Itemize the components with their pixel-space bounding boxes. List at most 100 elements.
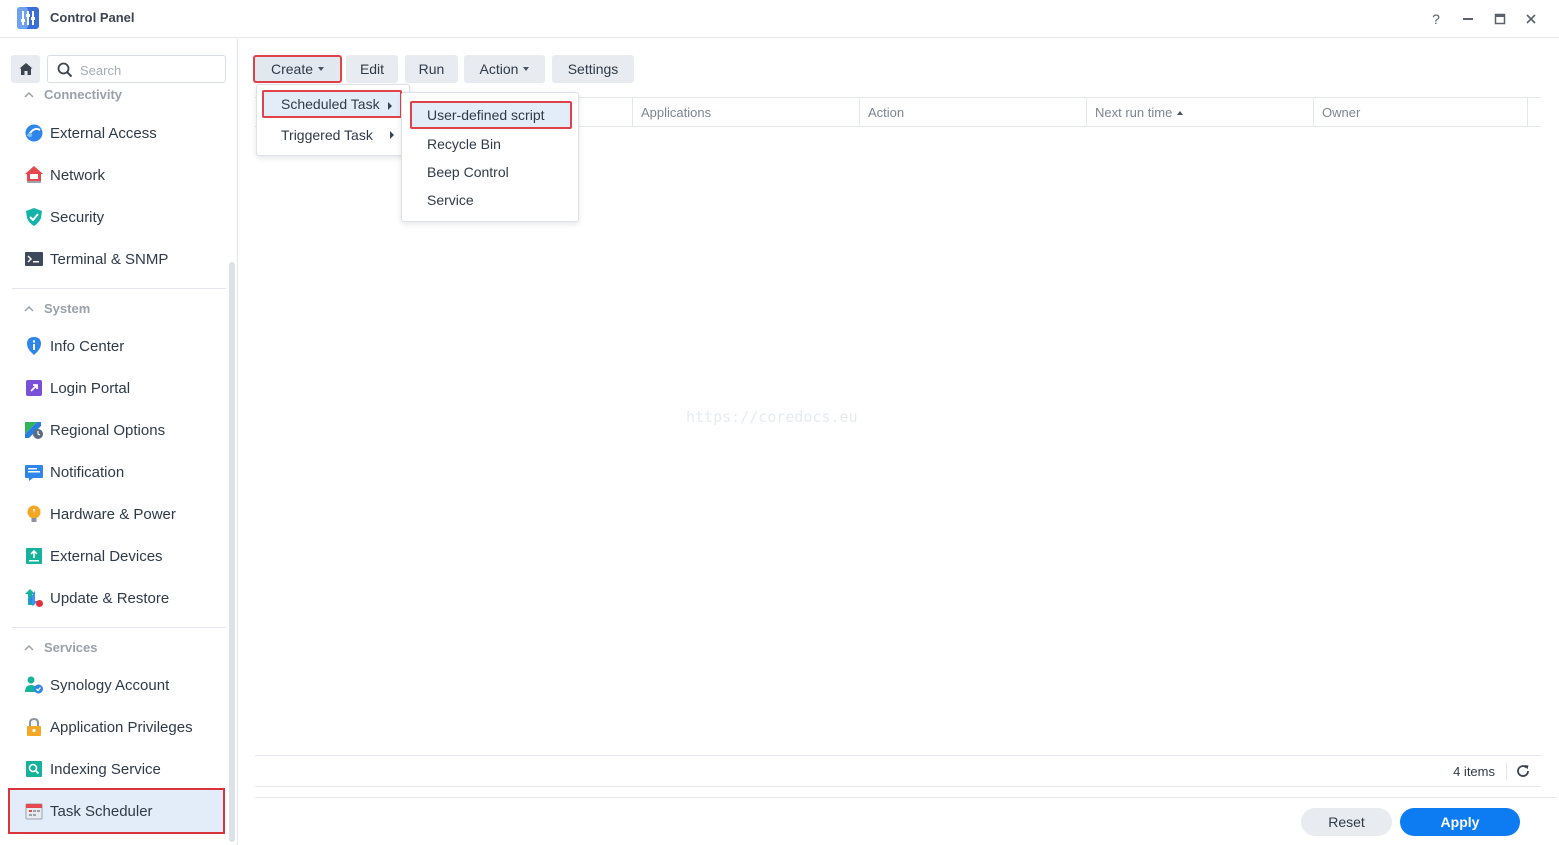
menu-item-label: Scheduled Task — [281, 96, 380, 112]
close-button[interactable] — [1520, 8, 1542, 30]
maximize-icon — [1494, 13, 1506, 25]
column-header-owner[interactable]: Owner — [1314, 98, 1528, 127]
watermark-text: https://coredocs.eu — [686, 408, 858, 426]
edit-button[interactable]: Edit — [346, 55, 398, 83]
sidebar-item-label: External Devices — [50, 547, 163, 565]
sidebar: Connectivity External Access Network Sec… — [0, 39, 238, 845]
home-button[interactable] — [11, 55, 40, 83]
title-bar: Control Panel ? — [0, 0, 1559, 38]
menu-item-recycle-bin[interactable]: Recycle Bin — [410, 130, 572, 158]
sidebar-item-label: Notification — [50, 463, 125, 481]
sidebar-item-label: Application Privileges — [50, 718, 193, 736]
chevron-up-icon — [24, 91, 34, 98]
menu-item-service[interactable]: Service — [410, 186, 572, 214]
pager-divider — [1506, 762, 1507, 780]
grid-pager: 4 items — [255, 755, 1541, 787]
terminal-icon — [23, 248, 45, 270]
sidebar-item-label: Security — [50, 208, 105, 226]
chevron-right-icon — [388, 102, 392, 110]
login-portal-icon — [23, 377, 45, 399]
menu-item-label: Service — [427, 192, 474, 208]
search-field[interactable] — [47, 55, 226, 83]
minimize-button[interactable] — [1457, 8, 1479, 30]
section-title: Connectivity — [44, 87, 123, 102]
create-button-label: Create — [270, 61, 314, 77]
search-input[interactable] — [80, 60, 220, 80]
menu-item-triggered-task[interactable]: Triggered Task — [262, 121, 402, 149]
caret-down-icon — [523, 67, 530, 71]
column-label: Owner — [1322, 105, 1361, 120]
sidebar-item-synology-account[interactable]: Synology Account — [10, 665, 224, 705]
sidebar-item-label: Hardware & Power — [50, 505, 176, 523]
sidebar-item-label: Login Portal — [50, 379, 131, 397]
menu-item-label: Triggered Task — [281, 127, 373, 143]
sidebar-item-indexing-service[interactable]: Indexing Service — [10, 749, 224, 789]
run-button[interactable]: Run — [405, 55, 458, 83]
maximize-button[interactable] — [1489, 8, 1511, 30]
sidebar-item-external-devices[interactable]: External Devices — [10, 536, 224, 576]
minimize-icon — [1463, 18, 1473, 20]
create-button[interactable]: Create — [253, 55, 342, 83]
sidebar-item-hardware-power[interactable]: Hardware & Power — [10, 494, 224, 534]
section-header-connectivity[interactable]: Connectivity — [24, 87, 122, 102]
sidebar-item-label: External Access — [50, 124, 157, 142]
sidebar-item-info-center[interactable]: Info Center — [10, 326, 224, 366]
scheduled-task-submenu: User-defined script Recycle Bin Beep Con… — [401, 92, 579, 222]
chevron-up-icon — [24, 644, 34, 651]
sidebar-item-label: Update & Restore — [50, 589, 170, 607]
sidebar-item-label: Synology Account — [50, 676, 170, 694]
close-icon — [1526, 14, 1536, 24]
sidebar-item-terminal[interactable]: Terminal & SNMP — [10, 239, 224, 279]
sidebar-item-update-restore[interactable]: Update & Restore — [10, 578, 224, 618]
external-access-icon — [23, 122, 45, 144]
chevron-up-icon — [24, 305, 34, 312]
help-button[interactable]: ? — [1425, 8, 1447, 30]
network-icon — [23, 164, 45, 186]
footer-divider — [255, 797, 1557, 798]
refresh-icon[interactable] — [1515, 763, 1531, 779]
caret-down-icon — [318, 67, 325, 71]
section-divider — [12, 288, 226, 289]
settings-button[interactable]: Settings — [552, 55, 634, 83]
indexing-service-icon — [23, 758, 45, 780]
task-scheduler-icon — [23, 800, 45, 822]
reset-button[interactable]: Reset — [1301, 808, 1392, 836]
menu-item-user-defined-script[interactable]: User-defined script — [410, 101, 572, 129]
sidebar-item-network[interactable]: Network — [10, 155, 224, 195]
menu-item-label: Recycle Bin — [427, 136, 501, 152]
column-label: Applications — [641, 105, 712, 120]
section-title: System — [44, 301, 91, 316]
section-header-services[interactable]: Services — [24, 640, 98, 655]
home-icon — [19, 63, 32, 75]
section-divider — [12, 627, 226, 628]
menu-item-beep-control[interactable]: Beep Control — [410, 158, 572, 186]
sidebar-scrollbar[interactable] — [229, 262, 235, 842]
create-menu: Scheduled Task Triggered Task — [256, 84, 410, 156]
sidebar-item-login-portal[interactable]: Login Portal — [10, 368, 224, 408]
column-label: Next run time — [1095, 105, 1173, 120]
control-panel-icon — [17, 7, 39, 29]
sidebar-item-application-privileges[interactable]: Application Privileges — [10, 707, 224, 747]
column-header-next-run-time[interactable]: Next run time — [1087, 98, 1314, 127]
update-restore-icon — [23, 587, 45, 609]
regional-options-icon — [23, 419, 45, 441]
menu-item-scheduled-task[interactable]: Scheduled Task — [262, 90, 402, 118]
action-button[interactable]: Action — [464, 55, 545, 83]
info-center-icon — [23, 335, 45, 357]
apply-button[interactable]: Apply — [1400, 808, 1520, 836]
sidebar-item-security[interactable]: Security — [10, 197, 224, 237]
notification-icon — [23, 461, 45, 483]
column-header-applications[interactable]: Applications — [633, 98, 860, 127]
sidebar-item-label: Info Center — [50, 337, 125, 355]
item-count: 4 items — [1453, 764, 1495, 779]
sidebar-item-regional-options[interactable]: Regional Options — [10, 410, 224, 450]
column-header-action[interactable]: Action — [860, 98, 1087, 127]
hardware-power-icon — [23, 503, 45, 525]
sidebar-item-notification[interactable]: Notification — [10, 452, 224, 492]
sidebar-item-label: Terminal & SNMP — [50, 250, 169, 268]
sidebar-item-task-scheduler[interactable]: Task Scheduler — [8, 788, 225, 834]
section-header-system[interactable]: System — [24, 301, 90, 316]
search-icon — [57, 62, 73, 78]
sidebar-item-label: Task Scheduler — [50, 802, 153, 820]
sidebar-item-external-access[interactable]: External Access — [10, 113, 224, 153]
